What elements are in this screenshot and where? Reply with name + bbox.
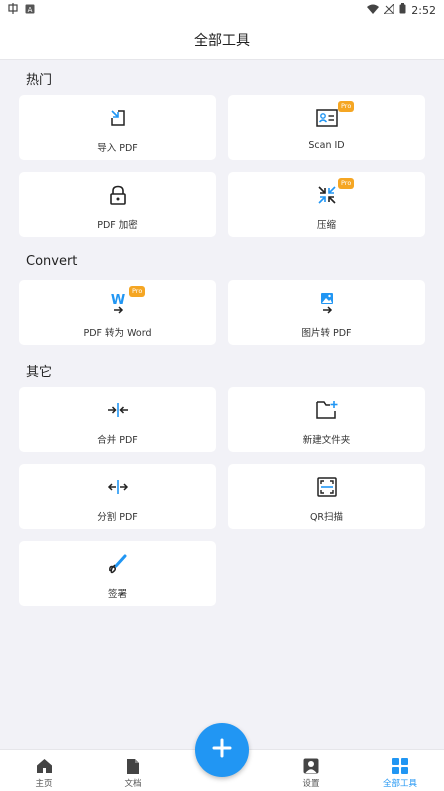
profile-icon <box>302 757 320 775</box>
new-folder-icon <box>315 399 338 421</box>
wifi-icon <box>367 4 380 17</box>
grid-icon <box>391 757 409 775</box>
section-title-other: 其它 <box>26 365 53 380</box>
add-button[interactable] <box>195 723 249 777</box>
tool-scan-id[interactable]: Pro Scan ID <box>228 95 425 160</box>
tool-label: Scan ID <box>308 140 345 151</box>
tool-label: PDF 转为 Word <box>83 328 152 339</box>
id-card-icon <box>315 107 338 129</box>
tool-pdf-encrypt[interactable]: PDF 加密 <box>19 172 216 237</box>
nav-docs[interactable]: 文档 <box>98 750 168 791</box>
tool-label: 新建文件夹 <box>302 435 351 446</box>
tool-label: PDF 加密 <box>97 220 138 231</box>
split-icon <box>107 476 129 498</box>
qr-scan-icon <box>316 476 338 498</box>
tool-label: 签署 <box>107 589 127 600</box>
nav-settings[interactable]: 设置 <box>276 750 346 791</box>
nav-label: 设置 <box>302 779 320 789</box>
signal-off-icon <box>383 2 395 17</box>
signature-icon <box>107 553 129 575</box>
nav-label: 主页 <box>35 779 53 789</box>
tool-label: QR扫描 <box>309 512 344 523</box>
tool-label: 导入 PDF <box>97 143 138 154</box>
page-title: 全部工具 <box>194 32 250 49</box>
home-icon <box>35 757 53 775</box>
status-time: 2:52 <box>411 3 436 17</box>
tool-label: 合并 PDF <box>97 435 138 446</box>
tool-new-folder[interactable]: 新建文件夹 <box>228 387 425 452</box>
pro-badge: Pro <box>338 101 355 112</box>
nav-label: 文档 <box>124 779 142 789</box>
battery-icon <box>399 3 406 17</box>
pro-badge: Pro <box>338 178 355 189</box>
tool-compress[interactable]: Pro 压缩 <box>228 172 425 237</box>
svg-text:W: W <box>110 293 124 308</box>
tool-split-pdf[interactable]: 分割 PDF <box>19 464 216 529</box>
plus-icon <box>212 738 232 762</box>
image-icon <box>316 292 338 314</box>
tool-label: 图片转 PDF <box>301 328 352 339</box>
tool-signature[interactable]: 签署 <box>19 541 216 606</box>
svg-text:A: A <box>28 6 33 14</box>
nav-label: 全部工具 <box>382 779 417 789</box>
tool-image-to-pdf[interactable]: 图片转 PDF <box>228 280 425 345</box>
tool-merge-pdf[interactable]: 合并 PDF <box>19 387 216 452</box>
tool-qr-scan[interactable]: QR扫描 <box>228 464 425 529</box>
section-title-convert: Convert <box>26 254 78 269</box>
tool-label: 分割 PDF <box>97 512 138 523</box>
pro-badge: Pro <box>129 286 146 297</box>
lock-icon <box>107 184 129 206</box>
document-icon <box>124 757 142 775</box>
merge-icon <box>107 399 129 421</box>
import-icon <box>107 107 129 129</box>
app-notification-icon <box>8 3 19 17</box>
tool-import-pdf[interactable]: 导入 PDF <box>19 95 216 160</box>
app-bar: 全部工具 <box>0 20 444 60</box>
nav-home[interactable]: 主页 <box>9 750 79 791</box>
word-icon: W <box>107 292 129 314</box>
compress-icon <box>316 184 338 206</box>
section-title-hot: 热门 <box>26 73 53 88</box>
tool-label: 压缩 <box>316 220 336 231</box>
a-notification-icon: A <box>25 4 35 17</box>
nav-all-tools[interactable]: 全部工具 <box>365 750 435 791</box>
status-bar: A 2:52 <box>0 0 444 20</box>
tool-pdf-to-word[interactable]: W Pro PDF 转为 Word <box>19 280 216 345</box>
